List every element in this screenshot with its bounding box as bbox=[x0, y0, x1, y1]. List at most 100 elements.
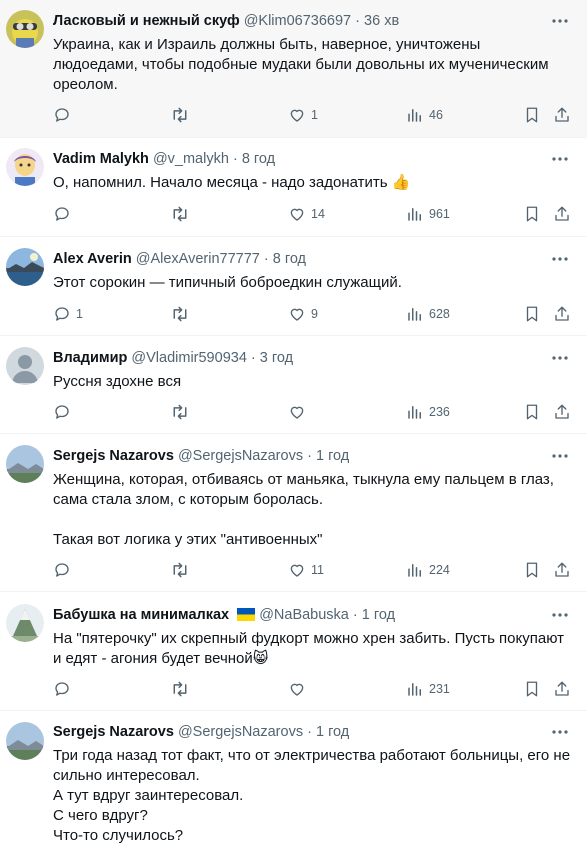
share-button[interactable] bbox=[553, 402, 571, 422]
views-button[interactable]: 231 bbox=[406, 679, 450, 699]
bookmark-button[interactable] bbox=[523, 402, 541, 422]
tweet[interactable]: Владимир @Vladimir590934 · 3 год Руссня … bbox=[0, 336, 587, 434]
bookmark-icon bbox=[523, 205, 541, 223]
like-button[interactable] bbox=[288, 402, 311, 422]
author-handle[interactable]: @SergejsNazarovs bbox=[178, 448, 303, 464]
views-count: 961 bbox=[429, 207, 450, 221]
timestamp[interactable]: 1 год bbox=[316, 448, 349, 464]
retweet-icon bbox=[170, 106, 190, 124]
tweet-text: Этот сорокин — типичный боброедкин служа… bbox=[53, 273, 575, 293]
more-dots-icon[interactable] bbox=[551, 250, 569, 268]
bookmark-button[interactable] bbox=[523, 560, 541, 580]
views-icon bbox=[406, 305, 424, 323]
author-name[interactable]: Ласковый и нежный скуф bbox=[53, 13, 240, 29]
views-button[interactable]: 224 bbox=[406, 560, 450, 580]
retweet-button[interactable] bbox=[170, 560, 195, 580]
views-button[interactable]: 46 bbox=[406, 105, 443, 125]
like-button[interactable]: 1 bbox=[288, 105, 318, 125]
bookmark-button[interactable] bbox=[523, 679, 541, 699]
more-dots-icon[interactable] bbox=[551, 723, 569, 741]
bookmark-button[interactable] bbox=[523, 304, 541, 324]
more-dots-icon[interactable] bbox=[551, 150, 569, 168]
like-icon bbox=[288, 106, 306, 124]
author-handle[interactable]: @NaBabuska bbox=[259, 607, 349, 623]
timestamp[interactable]: 8 год bbox=[242, 151, 275, 167]
author-name[interactable]: Владимир bbox=[53, 350, 127, 366]
author-name[interactable]: Sergejs Nazarovs bbox=[53, 448, 174, 464]
author-handle[interactable]: @Vladimir590934 bbox=[131, 350, 246, 366]
timestamp[interactable]: 1 год bbox=[316, 724, 349, 740]
author-name[interactable]: Бабушка на минималках bbox=[53, 607, 229, 623]
like-button[interactable] bbox=[288, 679, 311, 699]
more-dots-icon[interactable] bbox=[551, 447, 569, 465]
avatar[interactable] bbox=[6, 248, 44, 286]
author-handle[interactable]: @AlexAverin77777 bbox=[136, 251, 260, 267]
tweet[interactable]: Бабушка на минималках @NaBabuska · 1 год… bbox=[0, 592, 587, 711]
avatar[interactable] bbox=[6, 445, 44, 483]
author-handle[interactable]: @v_malykh bbox=[153, 151, 229, 167]
share-button[interactable] bbox=[553, 679, 571, 699]
timestamp[interactable]: 3 год bbox=[260, 350, 293, 366]
tweet[interactable]: Alex Averin @AlexAverin77777 · 8 год Это… bbox=[0, 237, 587, 336]
views-button[interactable]: 236 bbox=[406, 402, 450, 422]
retweet-button[interactable] bbox=[170, 402, 195, 422]
reply-button[interactable] bbox=[53, 105, 76, 125]
reply-icon bbox=[53, 403, 71, 421]
like-icon bbox=[288, 403, 306, 421]
bookmark-icon bbox=[523, 305, 541, 323]
retweet-button[interactable] bbox=[170, 105, 195, 125]
bookmark-button[interactable] bbox=[523, 105, 541, 125]
avatar[interactable] bbox=[6, 10, 44, 48]
views-icon bbox=[406, 205, 424, 223]
separator-dot: · bbox=[250, 350, 256, 366]
reply-button[interactable] bbox=[53, 402, 76, 422]
retweet-button[interactable] bbox=[170, 679, 195, 699]
like-button[interactable]: 14 bbox=[288, 204, 325, 224]
avatar[interactable] bbox=[6, 604, 44, 642]
views-button[interactable]: 628 bbox=[406, 304, 450, 324]
author-name[interactable]: Alex Averin bbox=[53, 251, 132, 267]
tweet-text-line: Этот сорокин — типичный боброедкин служа… bbox=[53, 274, 402, 291]
author-name[interactable]: Sergejs Nazarovs bbox=[53, 724, 174, 740]
tweet[interactable]: Sergejs Nazarovs @SergejsNazarovs · 1 го… bbox=[0, 434, 587, 592]
share-button[interactable] bbox=[553, 105, 571, 125]
retweet-button[interactable] bbox=[170, 304, 195, 324]
timestamp[interactable]: 1 год bbox=[362, 607, 395, 623]
like-button[interactable]: 9 bbox=[288, 304, 318, 324]
share-button[interactable] bbox=[553, 560, 571, 580]
timestamp[interactable]: 36 хв bbox=[364, 13, 399, 29]
more-dots-icon[interactable] bbox=[551, 12, 569, 30]
views-button[interactable]: 961 bbox=[406, 204, 450, 224]
tweet-text-line: Что-то случилось? bbox=[53, 827, 184, 844]
reply-icon bbox=[53, 561, 71, 579]
avatar[interactable] bbox=[6, 722, 44, 760]
avatar[interactable] bbox=[6, 148, 44, 186]
reply-button[interactable] bbox=[53, 560, 76, 580]
avatar[interactable] bbox=[6, 347, 44, 385]
share-button[interactable] bbox=[553, 304, 571, 324]
timestamp[interactable]: 8 год bbox=[273, 251, 306, 267]
more-dots-icon[interactable] bbox=[551, 349, 569, 367]
share-icon bbox=[553, 106, 571, 124]
author-handle[interactable]: @Klim06736697 bbox=[244, 13, 351, 29]
tweet-text: О, напомнил. Начало месяца - надо задона… bbox=[53, 173, 575, 193]
tweet[interactable]: Vadim Malykh @v_malykh · 8 год О, напомн… bbox=[0, 138, 587, 237]
share-button[interactable] bbox=[553, 204, 571, 224]
author-handle[interactable]: @SergejsNazarovs bbox=[178, 724, 303, 740]
more-dots-icon[interactable] bbox=[551, 606, 569, 624]
like-count: 9 bbox=[311, 307, 318, 321]
tweet-header: Vadim Malykh @v_malykh · 8 год bbox=[53, 150, 547, 168]
retweet-button[interactable] bbox=[170, 204, 195, 224]
tweet[interactable]: Sergejs Nazarovs @SergejsNazarovs · 1 го… bbox=[0, 711, 587, 849]
tweet[interactable]: Ласковый и нежный скуф @Klim06736697 · 3… bbox=[0, 0, 587, 138]
author-name[interactable]: Vadim Malykh bbox=[53, 151, 149, 167]
reply-button[interactable] bbox=[53, 204, 76, 224]
reply-button[interactable]: 1 bbox=[53, 304, 83, 324]
tweet-text-line: На "пятерочку" их скрепный фудкорт можно… bbox=[53, 630, 565, 647]
like-button[interactable]: 11 bbox=[288, 560, 324, 580]
share-icon bbox=[553, 561, 571, 579]
tweet-header: Sergejs Nazarovs @SergejsNazarovs · 1 го… bbox=[53, 447, 547, 465]
bookmark-button[interactable] bbox=[523, 204, 541, 224]
reply-button[interactable] bbox=[53, 679, 76, 699]
separator-dot: · bbox=[355, 13, 360, 29]
